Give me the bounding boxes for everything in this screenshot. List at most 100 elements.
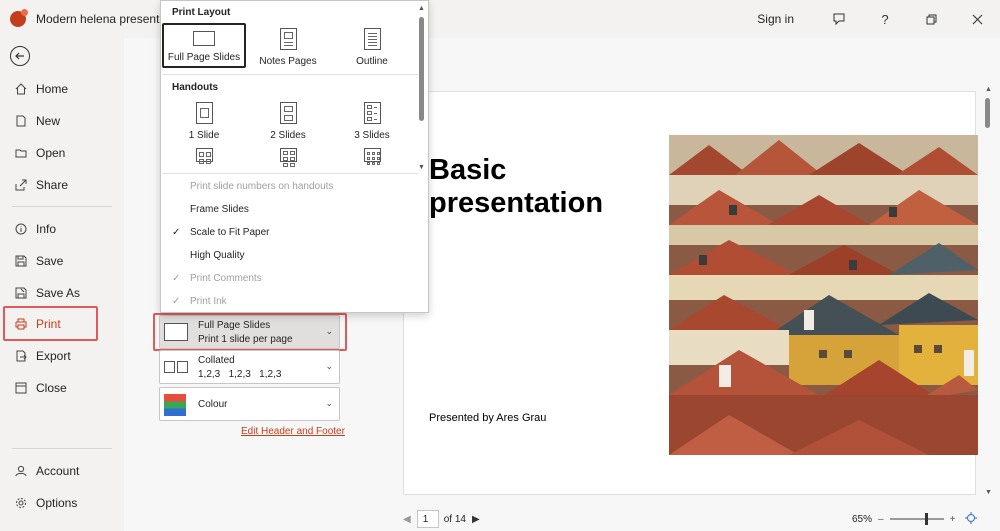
nav-label: Info: [36, 222, 57, 236]
color-dropdown[interactable]: Colour ⌄: [159, 387, 340, 421]
nav-open[interactable]: Open: [0, 138, 124, 168]
nav-label: Options: [36, 496, 78, 510]
scroll-down-icon[interactable]: ▼: [418, 164, 425, 171]
scroll-up-icon[interactable]: ▲: [418, 5, 425, 12]
next-page-icon[interactable]: ▶: [472, 514, 480, 525]
nav-label: Save As: [36, 286, 81, 300]
zoom-in-icon[interactable]: +: [950, 514, 956, 525]
slide-title-line: Basic: [429, 154, 507, 186]
checkmark-icon: ✓: [172, 273, 181, 284]
preview-scrollbar[interactable]: ▲ ▼: [983, 86, 993, 496]
nav-label: Open: [36, 146, 66, 160]
nav-close[interactable]: Close: [0, 373, 124, 403]
option-outline[interactable]: Outline: [333, 28, 411, 67]
checkmark-icon: ✓: [172, 296, 181, 307]
nav-label: Export: [36, 349, 71, 363]
print-highlight-box: [3, 306, 98, 341]
scroll-down-icon[interactable]: ▼: [985, 489, 992, 496]
print-layout-menu: Print Layout Full Page Slides Notes Page…: [160, 0, 429, 313]
option-1-slide[interactable]: 1 Slide: [165, 102, 243, 141]
nav-export[interactable]: Export: [0, 341, 124, 371]
home-icon: [14, 82, 28, 96]
nav-info[interactable]: Info: [0, 214, 124, 244]
nav-divider: [12, 206, 112, 207]
rooftops-photo: [669, 135, 978, 455]
color-mode: Colour: [198, 399, 228, 410]
option-3-slides[interactable]: 3 Slides: [333, 102, 411, 141]
print-preview: Basic presentation Presented by Ares Gra…: [403, 91, 978, 495]
option-full-page-slides[interactable]: Full Page Slides: [165, 31, 243, 63]
fit-to-window-icon[interactable]: [965, 511, 978, 527]
menu-high-quality[interactable]: High Quality: [190, 250, 244, 261]
option-2-slides[interactable]: 2 Slides: [249, 102, 327, 141]
nav-new[interactable]: New: [0, 106, 124, 136]
nav-label: Save: [36, 254, 64, 268]
nav-options[interactable]: Options: [0, 488, 124, 518]
option-6-slides[interactable]: [249, 148, 327, 168]
nav-share[interactable]: Share: [0, 170, 124, 200]
option-label: Full Page Slides: [167, 52, 241, 63]
checkmark-icon: ✓: [172, 227, 181, 238]
layout-highlight-box: [153, 313, 347, 351]
outline-icon: [363, 28, 381, 50]
scrollbar-thumb[interactable]: [985, 98, 990, 128]
nav-label: Close: [36, 381, 67, 395]
scrollbar-thumb[interactable]: [419, 17, 424, 121]
menu-print-slide-numbers: Print slide numbers on handouts: [190, 181, 334, 192]
zoom-slider[interactable]: [889, 513, 944, 525]
back-arrow-icon[interactable]: [10, 46, 30, 66]
slide-presenter: Presented by Ares Grau: [429, 412, 547, 424]
collation-order: 1,2,3 1,2,3 1,2,3: [198, 369, 282, 380]
nav-home[interactable]: Home: [0, 74, 124, 104]
page-number-input[interactable]: 1: [416, 510, 439, 528]
save-icon: [14, 254, 28, 268]
collation-dropdown[interactable]: Collated 1,2,3 1,2,3 1,2,3 ⌄: [159, 350, 340, 384]
option-label: 2 Slides: [270, 130, 306, 141]
close-icon[interactable]: [954, 0, 1000, 38]
options-icon: [14, 496, 28, 510]
menu-divider: [162, 173, 418, 174]
full-page-slide-icon: [193, 31, 215, 46]
help-icon[interactable]: ?: [862, 0, 908, 38]
zoom-out-icon[interactable]: –: [878, 514, 884, 525]
menu-scale-to-fit[interactable]: Scale to Fit Paper: [190, 227, 269, 238]
edit-header-footer-link[interactable]: Edit Header and Footer: [241, 426, 345, 437]
powerpoint-logo-icon: [10, 9, 28, 27]
nav-account[interactable]: Account: [0, 456, 124, 486]
sign-in-link[interactable]: Sign in: [757, 12, 794, 26]
colour-icon: [164, 394, 186, 416]
zoom-control: 65% – +: [852, 509, 978, 529]
option-notes-pages[interactable]: Notes Pages: [249, 28, 327, 67]
page-navigator: ◀ 1 of 14 ▶: [403, 509, 486, 529]
close-folder-icon: [14, 381, 28, 395]
option-label: 1 Slide: [188, 130, 220, 141]
option-label: 3 Slides: [354, 130, 390, 141]
page-total: of 14: [443, 513, 466, 525]
nav-save-as[interactable]: Save As: [0, 278, 124, 308]
handout-2-slides-icon: [279, 102, 297, 124]
menu-frame-slides[interactable]: Frame Slides: [190, 204, 249, 215]
zoom-slider-knob[interactable]: [924, 513, 928, 525]
menu-print-ink: Print Ink: [190, 296, 227, 307]
info-icon: [14, 222, 28, 236]
previous-page-icon[interactable]: ◀: [403, 514, 411, 525]
nav-label: Home: [36, 82, 69, 96]
restore-icon[interactable]: [908, 0, 954, 38]
slide-title: Basic presentation: [429, 154, 603, 220]
nav-save[interactable]: Save: [0, 246, 124, 276]
handout-9-slides-icon: [363, 148, 381, 165]
nav-divider: [12, 448, 112, 449]
feedback-icon[interactable]: [816, 0, 862, 38]
scroll-up-icon[interactable]: ▲: [985, 86, 992, 93]
option-9-slides[interactable]: [333, 148, 411, 168]
slide-title-line: presentation: [429, 187, 604, 219]
new-document-icon: [14, 114, 28, 128]
collation-name: Collated: [198, 355, 235, 366]
title-bar: Modern helena presentation Sign in ?: [0, 0, 1000, 38]
option-4-slides[interactable]: [165, 148, 243, 168]
nav-label: Share: [36, 178, 69, 192]
handout-1-slide-icon: [195, 102, 213, 124]
zoom-level[interactable]: 65%: [852, 514, 872, 525]
menu-scrollbar[interactable]: ▲ ▼: [417, 5, 427, 171]
nav-label: Account: [36, 464, 80, 478]
